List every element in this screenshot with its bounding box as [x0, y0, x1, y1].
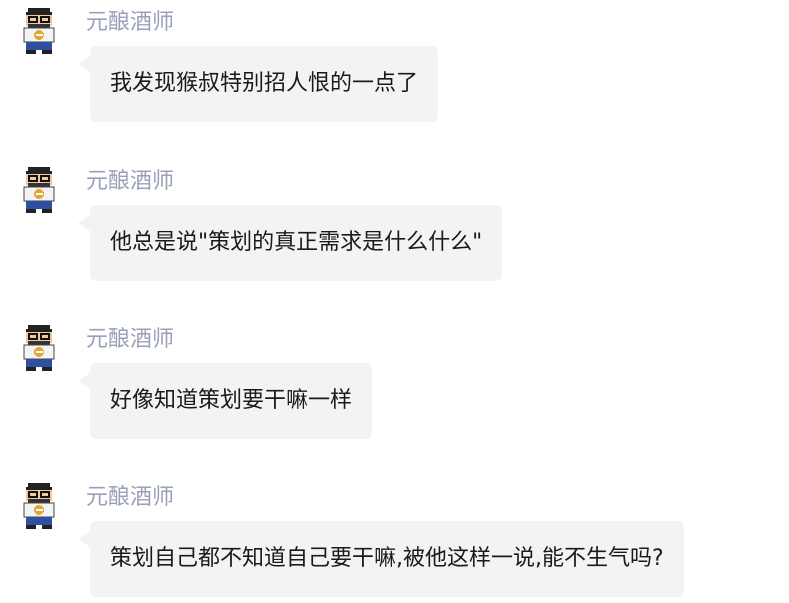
sender-name: 元酿酒师 [86, 327, 175, 352]
pixel-avatar-icon[interactable] [20, 483, 58, 529]
pixel-avatar-icon[interactable] [20, 8, 58, 54]
sender-name: 元酿酒师 [86, 485, 175, 510]
sender-name: 元酿酒师 [86, 169, 175, 194]
message-bubble[interactable]: 他总是说"策划的真正需求是什么什么" [77, 205, 503, 281]
message-bubble[interactable]: 好像知道策划要干嘛一样 [77, 363, 373, 439]
message-bubble[interactable]: 策划自己都不知道自己要干嘛,被他这样一说,能不生气吗? [78, 521, 684, 597]
pixel-avatar-icon[interactable] [20, 325, 58, 371]
pixel-avatar-icon[interactable] [20, 167, 58, 213]
message-bubble[interactable]: 我发现猴叔特别招人恨的一点了 [77, 46, 439, 122]
sender-name: 元酿酒师 [86, 10, 175, 35]
